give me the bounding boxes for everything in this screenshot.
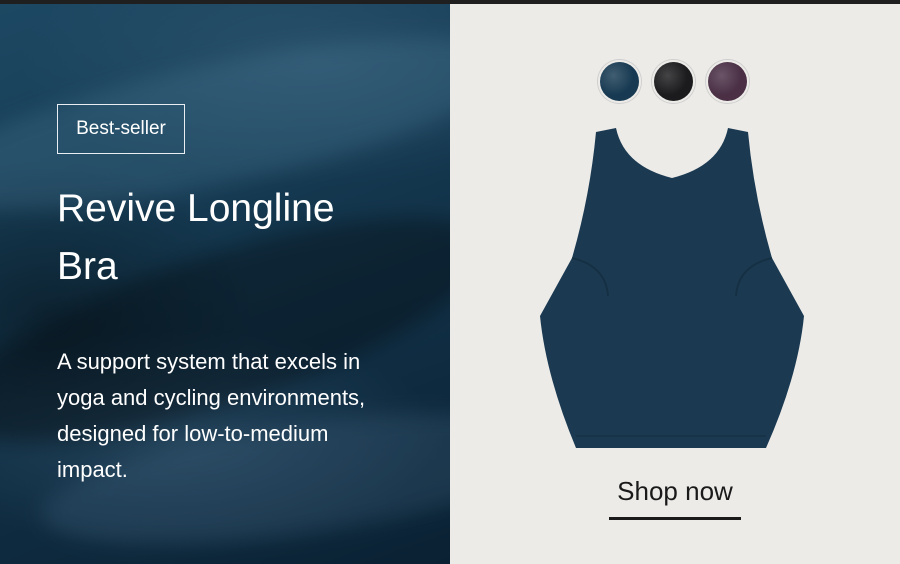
color-swatches [598, 60, 749, 103]
bra-shape [540, 128, 804, 448]
product-title-line: Bra [57, 245, 118, 288]
swatch-plum[interactable] [706, 60, 749, 103]
swatch-color [708, 62, 747, 101]
swatch-black[interactable] [652, 60, 695, 103]
swatch-color [654, 62, 693, 101]
product-description: A support system that excels in yoga and… [57, 349, 366, 482]
best-seller-badge: Best-seller [57, 104, 185, 154]
product-title: Revive Longline Bra [57, 180, 417, 296]
product-image[interactable] [536, 126, 808, 452]
hero-panel: Best-seller Revive Longline Bra A suppor… [0, 4, 450, 564]
swatch-navy[interactable] [598, 60, 641, 103]
swatch-color [600, 62, 639, 101]
shop-now-link[interactable]: Shop now [609, 476, 741, 520]
product-title-line: Revive Longline [57, 187, 335, 230]
